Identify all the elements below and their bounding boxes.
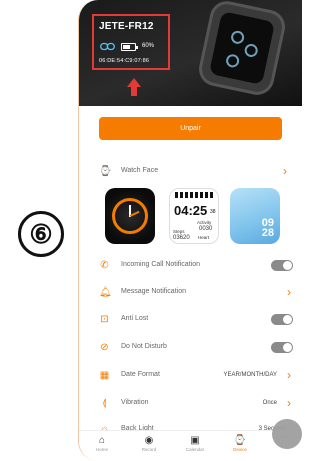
vibration-row[interactable]: ⟬ Vibration Once ›: [99, 396, 293, 412]
home-icon: ⌂: [98, 435, 106, 446]
watch-icon: ⌚: [233, 435, 247, 446]
watch-icon: ⌚: [99, 166, 112, 177]
phone-icon: ✆: [100, 260, 109, 271]
phone-screen: JETE-FR12 60% 06:DE:54:C9:07:86 Unpair ⌚…: [78, 0, 302, 461]
face-seconds: 38: [210, 209, 216, 215]
watch-face-digital[interactable]: 04:25 38 Activity 0030 Steps 03620 Heart: [169, 188, 219, 244]
unpair-button[interactable]: Unpair: [99, 117, 282, 140]
chevron-right-icon: ›: [283, 164, 287, 178]
face-steps-value: 03620: [173, 235, 190, 241]
face-activity-label: Activity: [197, 220, 212, 225]
battery-percent: 60%: [142, 43, 155, 49]
watch-dial-dot: [243, 42, 259, 59]
tab-device[interactable]: ⌚ Device: [220, 434, 260, 460]
up-arrow-stem: [131, 86, 137, 96]
face-time: 04:25: [174, 203, 208, 218]
floating-assistive-button[interactable]: [272, 419, 302, 449]
face-activity-value: 0030: [199, 226, 213, 232]
bottom-tab-bar: ⌂ Home ◉ Record ▣ Calendar ⌚ Device Me: [79, 430, 302, 461]
anti-lost-row[interactable]: ⊡ Anti Lost: [99, 312, 293, 328]
vibration-value: Once: [262, 400, 277, 406]
tab-home[interactable]: ⌂ Home: [82, 434, 122, 460]
face-steps-label: Steps: [173, 229, 185, 234]
watch-image: [199, 1, 285, 95]
tab-calendar[interactable]: ▣ Calendar: [175, 434, 215, 460]
face-time: 09 28: [261, 218, 274, 239]
watch-dial-dot: [224, 53, 241, 69]
tab-record[interactable]: ◉ Record: [129, 434, 169, 460]
tab-label: Record: [141, 447, 157, 452]
row-label: Incoming Call Notification: [121, 261, 200, 268]
device-header: JETE-FR12 60% 06:DE:54:C9:07:86: [79, 0, 302, 106]
incoming-call-toggle[interactable]: [271, 260, 293, 271]
vibration-icon: ⟬: [102, 398, 107, 409]
watch-face-gallery: 04:25 38 Activity 0030 Steps 03620 Heart…: [105, 188, 285, 244]
message-notification-row[interactable]: 🔔︎ Message Notification ›: [99, 285, 293, 301]
mac-address: 06:DE:54:C9:07:86: [99, 58, 150, 64]
battery-icon: [121, 43, 138, 51]
watch-face-label: Watch Face: [121, 167, 159, 174]
face-heart-label: Heart: [198, 235, 210, 240]
barcode-graphic: [175, 192, 215, 198]
incoming-call-row[interactable]: ✆ Incoming Call Notification: [99, 258, 293, 274]
watch-face-blue[interactable]: 09 28: [230, 188, 280, 244]
battery-fill: [123, 45, 130, 49]
chevron-right-icon: ›: [287, 396, 291, 410]
watch-face-analog[interactable]: [105, 188, 155, 244]
calendar-icon: ▣: [190, 435, 200, 446]
bell-icon: 🔔︎: [99, 287, 112, 298]
anti-lost-toggle[interactable]: [271, 314, 293, 325]
record-icon: ◉: [144, 435, 154, 446]
do-not-disturb-row[interactable]: ⊘ Do Not Disturb: [99, 340, 293, 356]
row-label: Message Notification: [121, 288, 186, 295]
anti-lost-icon: ⊡: [100, 314, 109, 325]
connected-link-icon: [100, 42, 115, 51]
step-number-badge: ⑥: [18, 211, 64, 257]
row-label: Date Format: [121, 371, 160, 378]
tab-label: Home: [95, 447, 108, 452]
row-label: Anti Lost: [121, 315, 149, 322]
watch-screen: [208, 11, 276, 85]
calendar-icon: ▦: [99, 370, 110, 381]
date-format-value: YEAR/MONTH/DAY: [223, 372, 277, 378]
tab-label: Calendar: [185, 447, 205, 452]
do-not-disturb-toggle[interactable]: [271, 342, 293, 353]
watch-face-row[interactable]: ⌚ Watch Face ›: [99, 164, 289, 180]
row-label: Vibration: [121, 399, 149, 406]
tab-label: Device: [233, 447, 247, 452]
device-name: JETE-FR12: [99, 21, 154, 32]
watch-dial-dot: [229, 29, 246, 46]
row-label: Do Not Disturb: [121, 343, 167, 350]
face-time-minutes: 28: [261, 227, 274, 239]
chevron-right-icon: ›: [287, 285, 291, 299]
chevron-right-icon: ›: [287, 368, 291, 382]
no-disturb-icon: ⊘: [100, 342, 109, 353]
date-format-row[interactable]: ▦ Date Format YEAR/MONTH/DAY ›: [99, 368, 293, 384]
